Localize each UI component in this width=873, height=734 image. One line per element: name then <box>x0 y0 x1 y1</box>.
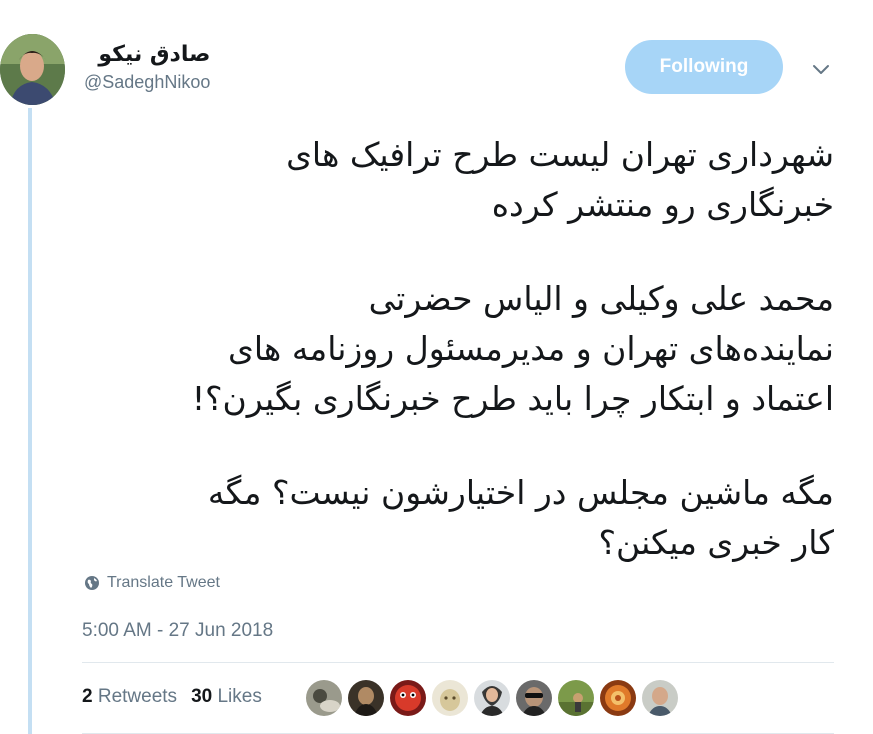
avatar-image <box>0 34 65 105</box>
tweet-line: مگه ماشین مجلس در اختیارشون نیست؟ مگه <box>207 473 834 512</box>
liker-avatar[interactable] <box>432 680 468 716</box>
liker-avatar[interactable] <box>600 680 636 716</box>
user-block[interactable]: صادق نیکو @SadeghNikoo <box>84 40 210 93</box>
liker-avatar[interactable] <box>516 680 552 716</box>
tweet-line: کار خبری میکنن؟ <box>598 523 834 562</box>
liker-avatar[interactable] <box>348 680 384 716</box>
liker-avatar[interactable] <box>474 680 510 716</box>
globe-icon <box>85 576 99 590</box>
tweet-line: خبرنگاری رو منتشر کرده <box>491 185 834 224</box>
divider <box>82 662 834 663</box>
tweet-line: شهرداری تهران لیست طرح ترافیک های <box>286 135 834 174</box>
retweets-stat[interactable]: 2 Retweets <box>82 686 177 708</box>
retweets-label: Retweets <box>97 686 178 707</box>
liker-avatar[interactable] <box>306 680 342 716</box>
tweet-stats: 2 Retweets 30 Likes <box>82 686 262 708</box>
tweet-line: اعتماد و ابتکار چرا باید طرح خبرنگاری بگ… <box>191 379 834 418</box>
tweet-timestamp[interactable]: 5:00 AM - 27 Jun 2018 <box>82 620 273 642</box>
tweet-line: محمد علی وکیلی و الیاس حضرتی <box>368 279 834 318</box>
display-name[interactable]: صادق نیکو <box>84 40 210 70</box>
user-handle[interactable]: @SadeghNikoo <box>84 72 210 93</box>
avatar[interactable] <box>0 34 65 105</box>
following-button[interactable]: Following <box>625 40 783 94</box>
retweets-count: 2 <box>82 686 93 707</box>
thread-line <box>28 108 32 734</box>
tweet-paragraph: مگه ماشین مجلس در اختیارشون نیست؟ مگه کا… <box>84 468 834 568</box>
tweet-text: شهرداری تهران لیست طرح ترافیک های خبرنگا… <box>84 130 834 568</box>
liker-avatar[interactable] <box>642 680 678 716</box>
liker-avatar[interactable] <box>558 680 594 716</box>
likers-list <box>306 680 678 716</box>
tweet-paragraph: محمد علی وکیلی و الیاس حضرتی نماینده‌های… <box>84 274 834 424</box>
translate-label[interactable]: Translate Tweet <box>107 574 220 592</box>
tweet-line: نماینده‌های تهران و مدیرمسئول روزنامه ها… <box>228 329 834 368</box>
translate-tweet-link[interactable]: Translate Tweet <box>84 574 220 592</box>
likes-label: Likes <box>217 686 262 707</box>
liker-avatar[interactable] <box>390 680 426 716</box>
tweet-paragraph: شهرداری تهران لیست طرح ترافیک های خبرنگا… <box>84 130 834 230</box>
likes-stat[interactable]: 30 Likes <box>191 686 262 708</box>
chevron-down-icon[interactable] <box>810 58 832 80</box>
likes-count: 30 <box>191 686 213 707</box>
